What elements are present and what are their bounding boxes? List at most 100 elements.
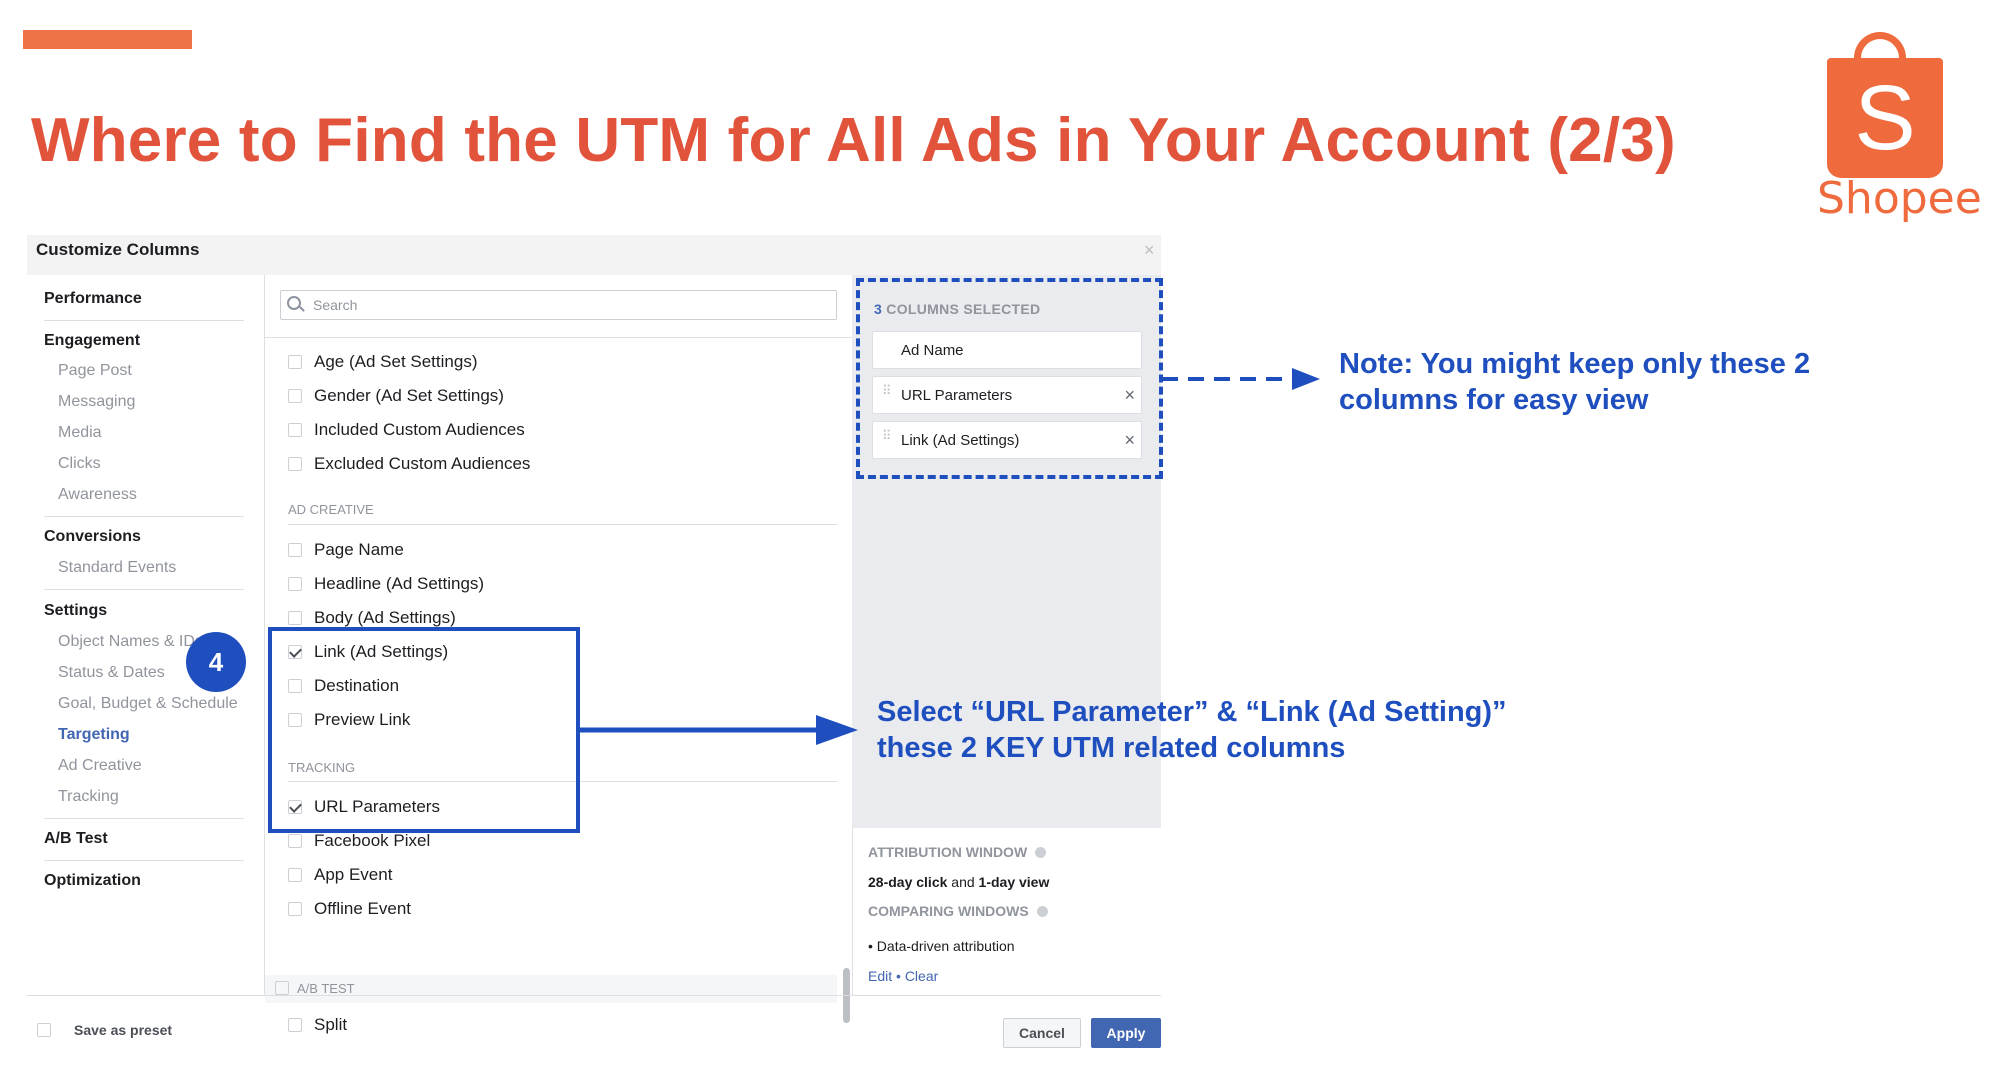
checkbox[interactable] [288,868,302,882]
option-label: Split [314,1015,348,1034]
attribution-panel: ATTRIBUTION WINDOW 28-day click and 1-da… [852,828,1162,995]
checkbox[interactable] [288,543,302,557]
checkbox[interactable] [275,981,289,995]
divider [265,337,852,338]
option-split[interactable]: Split [288,1015,347,1035]
option-gender[interactable]: Gender (Ad Set Settings) [288,386,504,406]
option-headline[interactable]: Headline (Ad Settings) [288,574,484,594]
nav-item-status-dates[interactable]: Status & Dates [58,664,165,682]
note-line: columns for easy view [1339,384,1649,416]
nav-engagement[interactable]: Engagement [44,332,140,350]
divider [44,860,244,861]
nav-item-clicks[interactable]: Clicks [58,455,101,473]
option-label: App Event [314,865,393,884]
nav-optimization[interactable]: Optimization [44,872,141,890]
option-excluded-audiences[interactable]: Excluded Custom Audiences [288,454,530,474]
accent-bar [23,30,192,49]
note-keep-columns: Note: You might keep only these 2 column… [1339,346,1810,418]
option-label: Body (Ad Settings) [314,608,456,627]
nav-settings[interactable]: Settings [44,602,107,620]
divider [44,320,244,321]
search-input[interactable]: Search [280,290,837,320]
divider [44,818,244,819]
header-label: ATTRIBUTION WINDOW [868,844,1028,860]
nav-ab-test[interactable]: A/B Test [44,830,108,848]
save-preset-checkbox[interactable] [37,1023,51,1037]
nav-item-media[interactable]: Media [58,424,102,442]
save-preset-label: Save as preset [74,1022,173,1038]
cancel-button[interactable]: Cancel [1003,1018,1081,1048]
note-line: Note: You might keep only these 2 [1339,348,1811,380]
comparing-windows-header: COMPARING WINDOWS [868,903,1048,919]
divider [27,995,1161,996]
nav-item-page-post[interactable]: Page Post [58,362,132,380]
checkbox[interactable] [288,423,302,437]
nav-item-ad-creative[interactable]: Ad Creative [58,757,142,775]
option-label: Gender (Ad Set Settings) [314,386,504,405]
attribution-window-value: 28-day click and 1-day view [868,874,1049,890]
shopee-logo: S Shopee [1817,28,1982,224]
option-offline-event[interactable]: Offline Event [288,899,411,919]
nav-item-awareness[interactable]: Awareness [58,486,137,504]
close-icon[interactable]: × [1144,240,1155,261]
dashed-arrow-icon [1162,368,1320,390]
checkbox[interactable] [288,389,302,403]
checkbox[interactable] [288,611,302,625]
option-label: Offline Event [314,899,412,918]
group-header-ad-creative: AD CREATIVE [288,502,374,517]
nav-item-object-names[interactable]: Object Names & IDs [58,633,203,651]
search-placeholder: Search [313,297,358,313]
checkbox[interactable] [288,1018,302,1032]
nav-item-targeting[interactable]: Targeting [58,726,130,744]
note-line: Select “URL Parameter” & “Link (Ad Setti… [877,696,1507,728]
checkbox[interactable] [288,902,302,916]
nav-performance[interactable]: Performance [44,290,142,308]
nav-conversions[interactable]: Conversions [44,528,141,546]
checkbox[interactable] [288,834,302,848]
dialog-title: Customize Columns [36,240,200,259]
note-select-columns: Select “URL Parameter” & “Link (Ad Setti… [877,694,1507,766]
nav-item-messaging[interactable]: Messaging [58,393,135,411]
slide-title: Where to Find the UTM for All Ads in You… [31,106,1676,175]
option-app-event[interactable]: App Event [288,865,392,885]
group-header-ab-test[interactable]: A/B TEST [275,981,355,996]
option-label: Age (Ad Set Settings) [314,352,478,371]
arrow-icon [580,715,858,745]
option-label: Page Name [314,540,404,559]
comparing-window-label: Data-driven attribution [876,938,1015,954]
option-age[interactable]: Age (Ad Set Settings) [288,352,477,372]
option-facebook-pixel[interactable]: Facebook Pixel [288,831,430,851]
checkbox[interactable] [288,577,302,591]
window-and: and [951,874,975,890]
option-page-name[interactable]: Page Name [288,540,404,560]
checkbox[interactable] [288,355,302,369]
nav-item-goal-budget-schedule[interactable]: Goal, Budget & Schedule [58,695,238,713]
brand-name: Shopee [1817,173,1982,224]
apply-button[interactable]: Apply [1091,1018,1161,1048]
dialog-header: Customize Columns × [27,235,1161,275]
nav-item-tracking[interactable]: Tracking [58,788,119,806]
window-view: 1-day view [978,874,1050,890]
option-label: Headline (Ad Settings) [314,574,485,593]
checkbox[interactable] [288,457,302,471]
shopping-bag-icon: S [1827,58,1943,178]
option-body[interactable]: Body (Ad Settings) [288,608,456,628]
option-included-audiences[interactable]: Included Custom Audiences [288,420,525,440]
nav-item-standard-events[interactable]: Standard Events [58,559,176,577]
option-label: Excluded Custom Audiences [314,454,531,473]
info-icon[interactable] [1035,847,1047,858]
info-icon[interactable] [1036,906,1048,917]
search-icon [287,296,301,310]
option-label: Facebook Pixel [314,831,431,850]
divider [44,589,244,590]
note-line: these 2 KEY UTM related columns [877,732,1346,764]
edit-link[interactable]: Edit [868,968,892,984]
step-number-badge: 4 [186,632,246,692]
attribution-actions: Edit • Clear [868,968,938,984]
header-label: COMPARING WINDOWS [868,903,1029,919]
annotation-solid-box [268,627,580,833]
annotation-dashed-box [856,278,1163,479]
attribution-window-header: ATTRIBUTION WINDOW [868,844,1047,860]
clear-link[interactable]: Clear [905,968,938,984]
divider [44,516,244,517]
